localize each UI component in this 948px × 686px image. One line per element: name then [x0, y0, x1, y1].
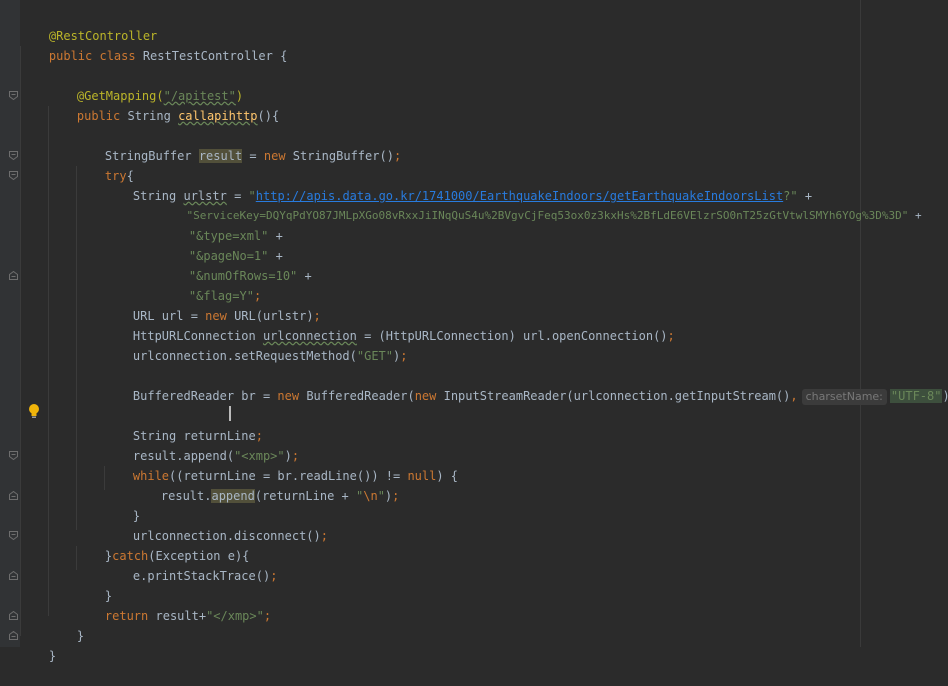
code-line: BufferedReader br = new BufferedReader(n…: [104, 366, 948, 405]
operator: +: [297, 269, 312, 283]
keyword: null: [407, 469, 437, 483]
code-text: BufferedReader(: [299, 389, 415, 403]
code-text: (returnLine +: [254, 489, 356, 503]
code-line: urlconnection.setRequestMethod("GET");: [104, 326, 408, 363]
code-line: @RestController: [20, 6, 157, 43]
class-name: RestTestController {: [135, 49, 288, 63]
semicolon: ;: [270, 569, 278, 583]
type: String: [120, 109, 179, 123]
text-caret: [229, 406, 231, 421]
code-line: while((returnLine = br.readLine()) != nu…: [104, 446, 458, 483]
code-line: urlconnection.disconnect();: [104, 506, 328, 543]
code-text: InputStreamReader(urlconnection.getInput…: [436, 389, 791, 403]
operator: =: [242, 149, 264, 163]
semicolon: ;: [667, 329, 675, 343]
semicolon: ;: [400, 349, 408, 363]
code-text: )): [942, 389, 948, 403]
code-text: result+: [148, 609, 207, 623]
code-line: return result+"</xmp>";: [76, 586, 271, 623]
operator: +: [908, 209, 922, 222]
code-line: public String callapihttp(){: [48, 86, 279, 123]
code-line: "&numOfRows=10" +: [160, 246, 312, 283]
brace: }: [48, 649, 57, 663]
string-literal: "</xmp>": [206, 609, 264, 623]
method-highlight: append: [211, 489, 255, 503]
keyword: public: [76, 109, 121, 123]
paren: (){: [257, 109, 280, 123]
code-line: }: [20, 626, 56, 663]
code-line: String returnLine;: [104, 406, 263, 443]
string-literal: "UTF-8": [889, 389, 943, 403]
string-literal: "ServiceKey=DQYqPdYO87JMLpXGo08vRxxJiINq…: [186, 209, 909, 222]
code-text: ) {: [436, 469, 459, 483]
code-text: urlconnection.setRequestMethod(: [132, 349, 357, 363]
comma: ,: [790, 389, 798, 403]
code-line: try{: [76, 146, 134, 183]
code-line: @GetMapping("/apitest"): [48, 66, 243, 103]
code-text: BufferedReader br =: [132, 389, 278, 403]
keyword: return: [104, 609, 149, 623]
code-line: URL url = new URL(urlstr);: [104, 286, 321, 323]
variable-highlight: result: [198, 149, 243, 163]
semicolon: ;: [320, 529, 328, 543]
brace: }: [76, 629, 85, 643]
constructor: StringBuffer(): [285, 149, 394, 163]
code-editor[interactable]: @RestController public class RestTestCon…: [0, 0, 948, 663]
code-line: public class RestTestController {: [20, 26, 287, 63]
code-line: result.append("<xmp>");: [104, 426, 299, 463]
code-line: }: [104, 486, 140, 523]
code-text: result.: [160, 489, 212, 503]
code-line: "&pageNo=1" +: [160, 226, 283, 263]
code-line: String urlstr = "http://apis.data.go.kr/…: [104, 166, 812, 203]
keyword: public class: [48, 49, 136, 63]
escape-sequence: \n: [363, 489, 378, 503]
code-line: }: [76, 566, 112, 603]
code-line: result.append(returnLine + "\n");: [132, 466, 399, 503]
code-line: e.printStackTrace();: [104, 546, 278, 583]
string-literal: ": [377, 489, 385, 503]
string-literal: "GET": [356, 349, 393, 363]
code-line: }catch(Exception e){: [76, 526, 250, 563]
code-line: "ServiceKey=DQYqPdYO87JMLpXGo08vRxxJiINq…: [160, 186, 922, 222]
semicolon: ;: [392, 489, 400, 503]
code-text: e.printStackTrace(): [132, 569, 271, 583]
keyword: new: [277, 389, 300, 403]
code-line: }: [48, 606, 84, 643]
code-line: StringBuffer result = new StringBuffer()…: [76, 126, 401, 163]
keyword: new: [414, 389, 437, 403]
code-line: "&type=xml" +: [160, 206, 283, 243]
parameter-hint: charsetName:: [801, 389, 887, 405]
method-name: callapihttp: [178, 109, 258, 123]
semicolon: ;: [393, 149, 402, 163]
semicolon: ;: [263, 609, 272, 623]
keyword: new: [263, 149, 286, 163]
code-line: HttpURLConnection urlconnection = (HttpU…: [104, 306, 675, 343]
code-line: "&flag=Y";: [160, 266, 261, 303]
